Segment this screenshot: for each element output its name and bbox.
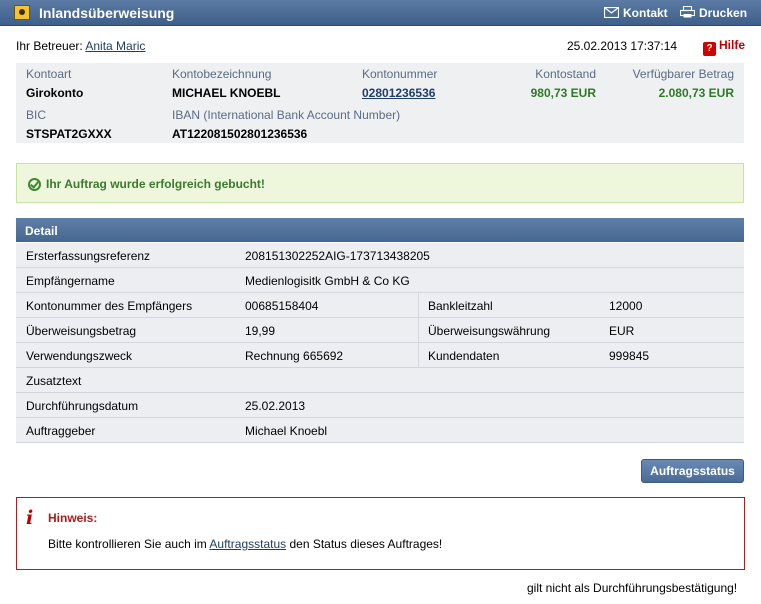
printer-icon	[680, 6, 695, 18]
kontakt-link[interactable]: Kontakt	[604, 6, 668, 20]
kontonummer-link[interactable]: 02801236536	[362, 86, 435, 100]
window-titlebar: Inlandsüberweisung Kontakt Drucken	[0, 0, 761, 26]
detail-value: 19,99	[245, 324, 276, 338]
auftragsstatus-link[interactable]: Auftragsstatus	[209, 537, 286, 551]
hinweis-text-before: Bitte kontrollieren Sie auch im	[48, 537, 207, 551]
help-label: Hilfe	[719, 38, 746, 52]
bank-logo-icon	[14, 5, 30, 20]
kontakt-label: Kontakt	[623, 6, 668, 20]
checkmark-circle-icon	[28, 178, 41, 191]
iban-label: IBAN (International Bank Account Number)	[172, 108, 401, 122]
detail-value: 00685158404	[245, 299, 319, 313]
detail-value: 999845	[609, 349, 650, 363]
envelope-icon	[604, 7, 619, 18]
timestamp: 25.02.2013 17:37:14	[567, 39, 678, 53]
iban-value: AT122081502801236536	[172, 127, 308, 141]
detail-label: Auftraggeber	[26, 424, 96, 438]
drucken-label: Drucken	[699, 6, 748, 20]
advisor-name-link[interactable]: Anita Maric	[85, 39, 145, 53]
detail-value: 208151302252AIG-173713438205	[245, 249, 430, 263]
detail-label: Überweisungswährung	[428, 324, 551, 338]
verfuegbar-label: Verfügbarer Betrag	[632, 67, 734, 81]
help-link[interactable]: ? Hilfe	[703, 38, 745, 56]
detail-label: Empfängername	[26, 274, 115, 288]
detail-label: Durchführungsdatum	[26, 399, 139, 413]
kontoart-value: Girokonto	[26, 86, 84, 100]
detail-header: Detail	[16, 218, 744, 242]
kontobezeichnung-value: MICHAEL KNOEBL	[172, 86, 281, 100]
hinweis-box: i Hinweis: Bitte kontrollieren Sie auch …	[16, 497, 745, 570]
detail-label: Überweisungsbetrag	[26, 324, 137, 338]
auftragsstatus-button[interactable]: Auftragsstatus	[641, 459, 744, 483]
detail-label: Kontonummer des Empfängers	[26, 299, 193, 313]
column-divider	[418, 343, 419, 367]
bic-label: BIC	[26, 108, 47, 122]
success-message: Ihr Auftrag wurde erfolgreich gebucht!	[46, 177, 265, 191]
account-info-panel: Kontoart Girokonto Kontobezeichnung MICH…	[16, 63, 744, 143]
hinweis-text: Bitte kontrollieren Sie auch im Auftrags…	[48, 537, 442, 551]
column-divider	[418, 293, 419, 317]
hinweis-text-after: den Status dieses Auftrages!	[289, 537, 443, 551]
kontostand-label: Kontostand	[535, 67, 596, 81]
detail-value: Rechnung 665692	[245, 349, 344, 363]
drucken-link[interactable]: Drucken	[680, 6, 747, 20]
bic-value: STSPAT2GXXX	[26, 127, 112, 141]
detail-label: Ersterfassungsreferenz	[26, 249, 151, 263]
kontobezeichnung-label: Kontobezeichnung	[172, 67, 272, 81]
detail-value: Medienlogisitk GmbH & Co KG	[245, 274, 410, 288]
detail-value: Michael Knoebl	[245, 424, 328, 438]
detail-label: Verwendungszweck	[26, 349, 133, 363]
detail-value: 12000	[609, 299, 643, 313]
detail-value: EUR	[609, 324, 635, 338]
kontoart-label: Kontoart	[26, 67, 72, 81]
success-message-box: Ihr Auftrag wurde erfolgreich gebucht!	[16, 163, 744, 203]
detail-row: Kontonummer des Empfängers 00685158404 B…	[16, 293, 744, 318]
detail-label: Kundendaten	[428, 349, 500, 363]
detail-row: Auftraggeber Michael Knoebl	[16, 418, 744, 443]
help-icon: ?	[703, 42, 716, 56]
footer-note: gilt nicht als Durchführungsbestätigung!	[527, 581, 738, 595]
detail-row: Empfängername Medienlogisitk GmbH & Co K…	[16, 268, 744, 293]
kontostand-value: 980,73 EUR	[530, 86, 596, 100]
column-divider	[418, 318, 419, 342]
hinweis-title: Hinweis:	[48, 511, 98, 525]
info-icon: i	[26, 507, 34, 529]
detail-row: Zusatztext	[16, 368, 744, 393]
kontonummer-label: Kontonummer	[362, 67, 438, 81]
window-title: Inlandsüberweisung	[39, 5, 175, 21]
detail-row: Durchführungsdatum 25.02.2013	[16, 393, 744, 418]
advisor-line: Ihr Betreuer: Anita Maric	[16, 39, 145, 53]
detail-label: Bankleitzahl	[428, 299, 493, 313]
detail-label: Zusatztext	[26, 374, 82, 388]
detail-row: Überweisungsbetrag 19,99 Überweisungswäh…	[16, 318, 744, 343]
verfuegbar-value: 2.080,73 EUR	[658, 86, 734, 100]
advisor-label: Ihr Betreuer:	[16, 39, 83, 53]
detail-row: Ersterfassungsreferenz 208151302252AIG-1…	[16, 243, 744, 268]
detail-table: Ersterfassungsreferenz 208151302252AIG-1…	[16, 243, 744, 443]
detail-row: Verwendungszweck Rechnung 665692 Kundend…	[16, 343, 744, 368]
detail-value: 25.02.2013	[245, 399, 306, 413]
